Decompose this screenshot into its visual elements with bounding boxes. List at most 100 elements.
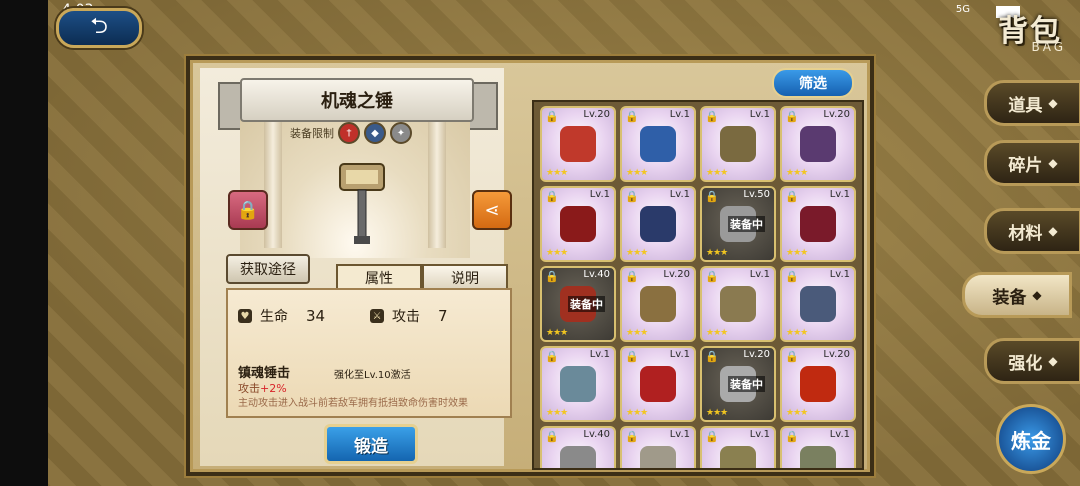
lock-icon: 🔒: [625, 350, 639, 363]
back-button[interactable]: ⮌: [56, 8, 142, 48]
star-rating: ★★★: [706, 248, 728, 258]
network-indicator: 5G: [955, 4, 970, 15]
side-tab-label: 装备: [992, 287, 1027, 308]
star-rating: ★★★: [626, 408, 648, 418]
equipment-slot[interactable]: 🔒 Lv.50 ★★★ 装备中: [700, 186, 776, 262]
equipment-icon: [560, 206, 596, 242]
side-tab[interactable]: 材料 ◆: [984, 208, 1080, 254]
equipment-slot[interactable]: 🔒 Lv.1 ★★★: [700, 106, 776, 182]
equipment-slot[interactable]: 🔒Lv.1★★★: [780, 266, 856, 342]
header-area: 5G 背包 BAG: [920, 0, 1080, 60]
forge-button[interactable]: 锻造: [324, 424, 418, 464]
equipment-slot[interactable]: 🔒 Lv.1 ★★★: [620, 346, 696, 422]
equipment-icon: [640, 206, 676, 242]
lock-icon: 🔒: [705, 270, 719, 283]
star-rating: ★★★: [706, 328, 728, 338]
bag-icon: ◆: [1048, 224, 1058, 238]
equipment-slot[interactable]: 🔒Lv.1★★★: [540, 346, 616, 422]
lock-icon: 🔒: [545, 270, 559, 283]
equipment-slot[interactable]: 🔒 Lv.40 ★★★ 装备中: [540, 266, 616, 342]
lock-icon: 🔒: [705, 190, 719, 203]
alchemy-button[interactable]: 炼金: [996, 404, 1066, 474]
star-rating: ★★★: [786, 248, 808, 258]
lock-button[interactable]: 🔒: [228, 190, 268, 230]
item-level: Lv.20: [823, 349, 850, 360]
equipment-slot[interactable]: 🔒 Lv.20 ★★★: [780, 106, 856, 182]
item-level: Lv.1: [589, 349, 610, 360]
equipment-grid: 🔒 Lv.20 ★★★ 🔒 Lv.1 ★★★ 🔒 Lv.1 ★★★ 🔒 Lv.20 ★★★ 🔒 Lv.1 ★…: [532, 100, 864, 470]
source-button[interactable]: 获取途径: [226, 254, 310, 284]
item-level: Lv.1: [749, 109, 770, 120]
lock-icon: 🔒: [785, 110, 799, 123]
equipment-slot[interactable]: 🔒 Lv.20 ★★★ 装备中: [700, 346, 776, 422]
lock-icon: 🔒: [545, 190, 559, 203]
upgrade-icon: ◆: [1048, 354, 1058, 368]
side-tab-label: 材料: [1008, 223, 1043, 244]
equipment-icon: [560, 366, 596, 402]
lock-icon: 🔒: [545, 430, 559, 443]
equipment-icon: [720, 126, 756, 162]
item-level: Lv.20: [583, 109, 610, 120]
item-level: Lv.1: [829, 269, 850, 280]
equipment-slot[interactable]: 🔒Lv.1★★★: [700, 426, 776, 468]
item-level: Lv.1: [589, 189, 610, 200]
lock-icon: 🔒: [625, 270, 639, 283]
equipment-icon: [800, 126, 836, 162]
restriction-label: 装备限制: [290, 127, 334, 140]
equipment-icon: [640, 446, 676, 468]
item-level: Lv.40: [583, 429, 610, 440]
equipment-slot[interactable]: 🔒 Lv.20 ★★★: [780, 346, 856, 422]
equipment-icon: [640, 286, 676, 322]
lock-icon: 🔒: [785, 270, 799, 283]
item-level: Lv.20: [663, 269, 690, 280]
equipment-slot[interactable]: 🔒Lv.40★★★: [540, 426, 616, 468]
equipment-slot[interactable]: 🔒Lv.1★★★: [620, 106, 696, 182]
lock-icon: 🔒: [625, 110, 639, 123]
equipment-slot[interactable]: 🔒 Lv.20 ★★★: [620, 266, 696, 342]
lock-icon: 🔒: [625, 430, 639, 443]
pillar: [428, 118, 446, 248]
star-rating: ★★★: [706, 168, 728, 178]
equipment-icon: [560, 446, 596, 468]
stat-value: 7: [438, 307, 448, 325]
star-rating: ★★★: [706, 408, 728, 418]
equipment-slot[interactable]: 🔒Lv.1★★★: [780, 186, 856, 262]
attributes-panel: ♥ 生命 34 ⚔ 攻击 7 镇魂锤击 强化至Lv.10激活 攻击+2% 主动攻…: [226, 288, 512, 418]
star-rating: ★★★: [626, 168, 648, 178]
filter-button[interactable]: 筛选: [772, 68, 854, 98]
side-tab[interactable]: 道具 ◆: [984, 80, 1080, 126]
stat-hp: ♥ 生命 34: [238, 306, 325, 326]
lock-icon: 🔒: [705, 110, 719, 123]
stat-attack: ⚔ 攻击 7: [370, 306, 448, 326]
side-tab[interactable]: 装备 ◆: [962, 272, 1072, 318]
screen-edge: [0, 0, 48, 486]
equipment-slot[interactable]: 🔒 Lv.20 ★★★: [540, 106, 616, 182]
lock-icon: 🔒: [705, 350, 719, 363]
equipment-slot[interactable]: 🔒Lv.1★★★: [780, 426, 856, 468]
side-tab[interactable]: 强化 ◆: [984, 338, 1080, 384]
equipment-slot[interactable]: 🔒Lv.1★★★: [700, 266, 776, 342]
share-button[interactable]: ⋖: [472, 190, 512, 230]
heart-icon: ♥: [238, 309, 252, 323]
item-level: Lv.1: [829, 429, 850, 440]
inventory-panel: 机魂之锤 装备限制 † ◆ ✦ 🔒 ⋖ 获取途径 属性 说明 ♥ 生命 34 ⚔: [186, 56, 874, 476]
share-icon: ⋖: [484, 199, 500, 221]
item-level: Lv.1: [669, 429, 690, 440]
equipment-slot[interactable]: 🔒Lv.1★★★: [620, 186, 696, 262]
skill-title: 镇魂锤击: [238, 366, 291, 381]
item-level: Lv.20: [743, 349, 770, 360]
item-name: 机魂之锤: [240, 78, 474, 122]
item-level: Lv.1: [749, 429, 770, 440]
side-tab-label: 强化: [1008, 353, 1043, 374]
star-rating: ★★★: [786, 168, 808, 178]
star-rating: ★★★: [546, 248, 568, 258]
side-tab-label: 碎片: [1008, 155, 1043, 176]
equipment-slot[interactable]: 🔒 Lv.1 ★★★: [540, 186, 616, 262]
lock-icon: 🔒: [785, 190, 799, 203]
star-rating: ★★★: [626, 328, 648, 338]
flask-icon: ◆: [1048, 96, 1058, 110]
side-tab[interactable]: 碎片 ◆: [984, 140, 1080, 186]
equipment-slot[interactable]: 🔒Lv.1★★★: [620, 426, 696, 468]
equipment-icon: [800, 446, 836, 468]
item-level: Lv.1: [669, 349, 690, 360]
